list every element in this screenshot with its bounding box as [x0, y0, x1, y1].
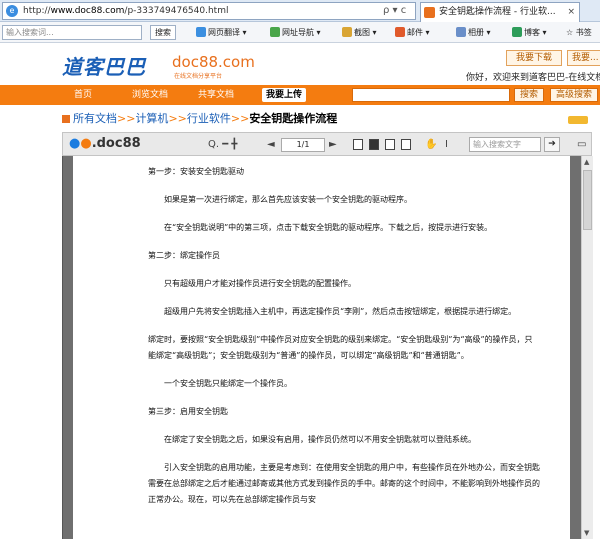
breadcrumb-industry-software[interactable]: 行业软件 — [187, 112, 231, 125]
document-viewer: 第一步：安装安全钥匙驱动如果是第一次进行绑定，那么首先应该安装一个安全钥匙的驱动… — [62, 156, 593, 539]
download-button[interactable]: 我要下载 — [506, 50, 562, 66]
tab-favicon-icon — [424, 7, 435, 18]
doc-paragraph: 只有超级用户才能对操作员进行安全钥匙的配置操作。 — [164, 279, 356, 288]
breadcrumb-sep: >> — [117, 112, 136, 125]
scroll-up-icon[interactable]: ▲ — [584, 158, 589, 166]
doc-paragraph: 引入安全钥匙的启用功能，主要是考虑到：在使用安全钥匙的用户中，有些操作员在外地办… — [148, 463, 540, 504]
next-page-icon[interactable]: ► — [329, 139, 337, 151]
doc-paragraph: 如果是第一次进行绑定，那么首先应该安装一个安全钥匙的驱动程序。 — [164, 195, 412, 204]
page-title: 安全钥匙操作流程 — [249, 112, 338, 125]
continuous-view-icon[interactable] — [369, 139, 379, 150]
doc-paragraph: 在“安全钥匙说明”中的第三项，点击下载安全钥匙的驱动程序。下载之后，按提示进行安… — [164, 223, 493, 232]
welcome-text: 你好，欢迎来到道客巴巴-在线文档 — [466, 73, 600, 83]
scroll-thumb[interactable] — [583, 170, 592, 230]
main-nav: 首页 浏览文档 共享文档 我要上传 搜索 高级搜索 — [0, 85, 600, 105]
scroll-down-icon[interactable]: ▼ — [584, 529, 589, 537]
fullscreen-icon[interactable]: ▭ — [577, 139, 586, 151]
viewer-logo: ●●.doc88 — [69, 136, 141, 151]
breadcrumb-sep: >> — [168, 112, 187, 125]
tab-title: 安全钥匙操作流程 - 行业软... — [439, 7, 556, 17]
nav-upload[interactable]: 我要上传 — [262, 88, 307, 102]
document-scrollbar[interactable]: ▲ ▼ — [581, 156, 593, 539]
globe-icon — [270, 27, 280, 37]
scissors-icon — [342, 27, 352, 37]
prev-page-icon[interactable]: ◄ — [267, 139, 275, 151]
collapse-toggle-icon[interactable] — [568, 116, 588, 124]
doc-paragraph: 第一步：安装安全钥匙驱动 — [148, 167, 244, 176]
nav-browse[interactable]: 浏览文档 — [132, 88, 168, 102]
breadcrumb-all-docs[interactable]: 所有文档 — [73, 112, 117, 125]
doc-paragraph: 第三步：启用安全钥匙 — [148, 407, 228, 416]
toolbar-search-button[interactable]: 搜索 — [150, 25, 176, 40]
viewer-toolbar: ●●.doc88 Q. ━ ╋ ◄ 1/1 ► ✋ I 输入搜索文字 ➔ ▭ — [62, 132, 592, 156]
tab-close-icon[interactable]: × — [567, 3, 575, 21]
ie-page-icon: e — [6, 5, 18, 17]
doc-search-go-icon[interactable]: ➔ — [544, 137, 560, 152]
url-host: www.doc88.com — [50, 6, 125, 16]
mail-label: 邮件 ▾ — [407, 28, 430, 37]
site-tagline: 在线文档分享平台 — [174, 73, 223, 80]
url-path: /p-333749476540.html — [124, 6, 229, 16]
toolbar-search-input[interactable]: 输入搜索词... — [2, 25, 142, 40]
nav-shared[interactable]: 共享文档 — [198, 88, 234, 102]
screenshot-label: 截图 ▾ — [354, 28, 377, 37]
page-indicator[interactable]: 1/1 — [281, 138, 325, 152]
single-page-view-icon[interactable] — [353, 139, 363, 150]
translate-button[interactable]: 网页翻译 ▾ — [196, 26, 247, 39]
download-button-2[interactable]: 我要... — [567, 50, 600, 66]
album-label: 相册 ▾ — [468, 28, 491, 37]
nav-guide-label: 网址导航 ▾ — [282, 28, 321, 37]
browser-tab[interactable]: 安全钥匙操作流程 - 行业软... × — [420, 2, 580, 22]
mail-button[interactable]: 邮件 ▾ — [395, 26, 430, 39]
site-header: 道客巴巴 doc88.com 在线文档分享平台 我要下载 我要... 你好，欢迎… — [0, 43, 600, 85]
two-page-view-icon[interactable] — [385, 139, 395, 150]
translate-icon — [196, 27, 206, 37]
blog-label: 博客 ▾ — [524, 28, 547, 37]
site-logo-domain[interactable]: doc88.com — [172, 53, 255, 71]
text-select-icon[interactable]: I — [445, 139, 448, 151]
document-page: 第一步：安装安全钥匙驱动如果是第一次进行绑定，那么首先应该安装一个安全钥匙的驱动… — [73, 156, 570, 539]
doc-search-input[interactable]: 输入搜索文字 — [469, 137, 541, 152]
site-search-input[interactable] — [352, 88, 510, 102]
hand-tool-icon[interactable]: ✋ — [425, 139, 437, 151]
breadcrumb-computer[interactable]: 计算机 — [135, 112, 168, 125]
address-bar[interactable]: e http://www.doc88.com/p-333749476540.ht… — [2, 2, 416, 20]
site-logo[interactable]: 道客巴巴 — [62, 51, 146, 80]
doc-paragraph: 绑定时，要按照“安全钥匙级别”中操作员对应安全钥匙的级别来绑定。“安全钥匙级别”… — [148, 335, 533, 360]
advanced-search-button[interactable]: 高级搜索 — [550, 88, 599, 102]
bookmark-button[interactable]: ☆ 书签 — [566, 26, 592, 39]
doc-paragraph: 在绑定了安全钥匙之后，如果没有启用，操作员仍然可以不用安全钥匙就可以登陆系统。 — [164, 435, 476, 444]
site-search-button[interactable]: 搜索 — [514, 88, 545, 102]
blog-icon — [512, 27, 522, 37]
screenshot-button[interactable]: 截图 ▾ — [342, 26, 377, 39]
nav-guide-button[interactable]: 网址导航 ▾ — [270, 26, 321, 39]
translate-label: 网页翻译 ▾ — [208, 28, 247, 37]
mail-icon — [395, 27, 405, 37]
zoom-controls[interactable]: Q. ━ ╋ — [208, 139, 237, 151]
doc-paragraph: 一个安全钥匙只能绑定一个操作员。 — [164, 379, 292, 388]
browser-toolbar: 输入搜索词... 搜索 网页翻译 ▾ 网址导航 ▾ 截图 ▾ 邮件 ▾ 相册 ▾… — [0, 22, 600, 43]
breadcrumb: 所有文档>>计算机>>行业软件>>安全钥匙操作流程 — [0, 110, 600, 128]
album-button[interactable]: 相册 ▾ — [456, 26, 491, 39]
nav-home[interactable]: 首页 — [74, 88, 92, 102]
breadcrumb-sep: >> — [230, 112, 250, 125]
doc-paragraph: 第二步：绑定操作员 — [148, 251, 220, 260]
breadcrumb-icon — [62, 115, 70, 123]
album-icon — [456, 27, 466, 37]
search-refresh-icons[interactable]: ρ ▾ ϲ — [383, 5, 406, 16]
url-prefix: http:// — [23, 6, 51, 16]
blog-button[interactable]: 博客 ▾ — [512, 26, 547, 39]
address-bar-row: e http://www.doc88.com/p-333749476540.ht… — [0, 0, 600, 22]
doc-paragraph: 超级用户先将安全钥匙插入主机中，再选定操作员“李刚”，然后点击按钮绑定，根据提示… — [164, 307, 517, 316]
thumbnail-view-icon[interactable] — [401, 139, 411, 150]
